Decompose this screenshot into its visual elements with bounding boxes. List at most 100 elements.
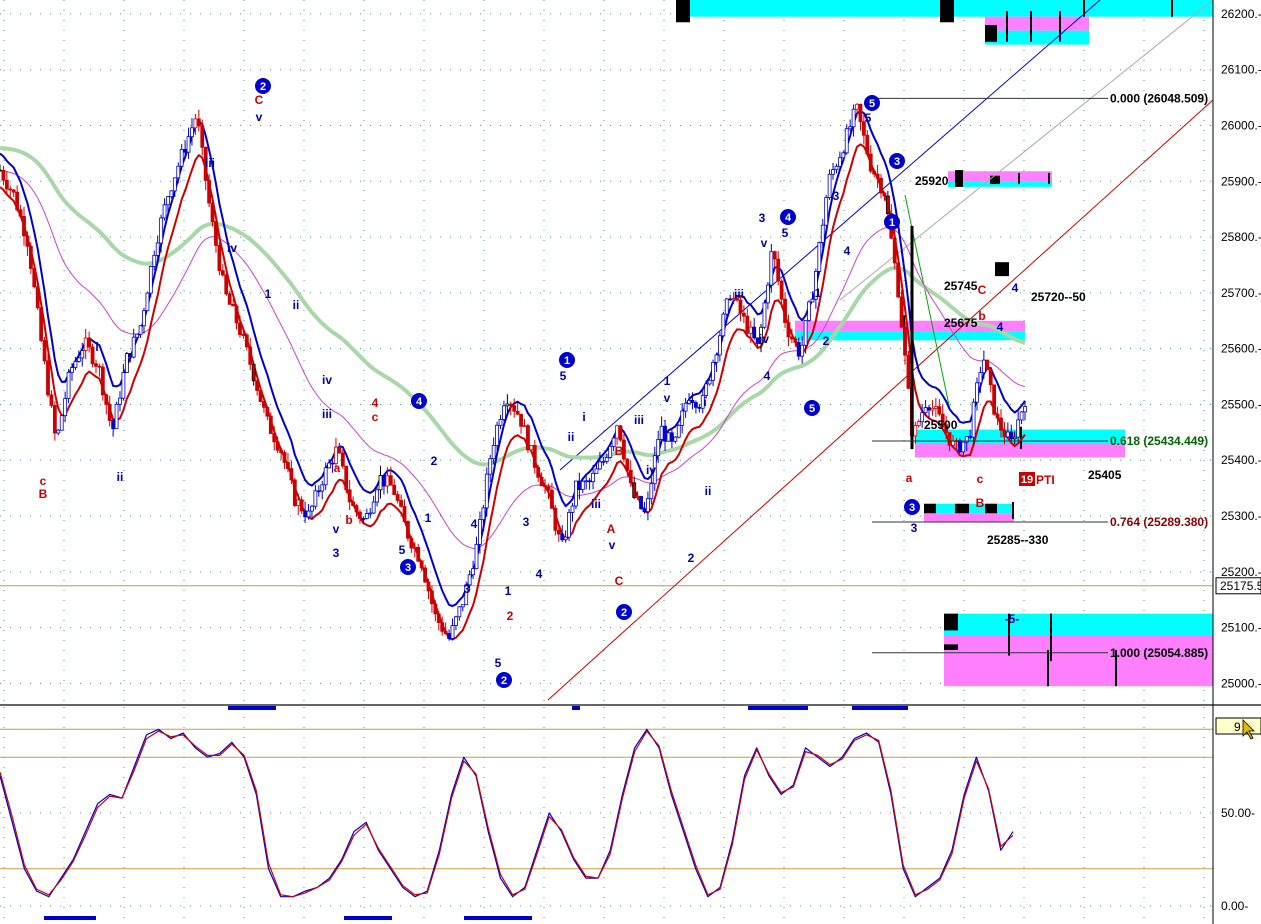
candle-body xyxy=(550,489,554,509)
candle-body xyxy=(416,546,421,562)
candle-body xyxy=(358,511,362,519)
wave-label: -5- xyxy=(1005,612,1020,626)
candle-body xyxy=(430,590,434,605)
candle-body xyxy=(375,489,379,503)
wave-label: iii xyxy=(205,156,215,170)
candle-body xyxy=(231,304,236,307)
candle-body xyxy=(995,413,1000,419)
candle-body xyxy=(107,403,112,421)
candle-body xyxy=(368,512,373,515)
candle-body xyxy=(694,402,698,408)
price-note: 25405 xyxy=(1088,468,1122,482)
candle-body xyxy=(858,103,863,123)
candle-body xyxy=(59,415,64,431)
candle-body xyxy=(440,622,445,632)
candle-body xyxy=(207,180,212,204)
candle-body xyxy=(765,284,770,304)
candle-body xyxy=(344,465,349,491)
wave-label: c xyxy=(372,410,379,424)
candle-body xyxy=(683,402,688,412)
candle-body xyxy=(80,350,85,359)
osc-tick-label: 50.00- xyxy=(1221,806,1255,820)
candle-body xyxy=(865,134,870,155)
wave-label: ii xyxy=(705,484,712,498)
candle-body xyxy=(769,251,774,286)
candle-body xyxy=(145,292,150,312)
candle-body xyxy=(296,499,301,506)
candle-body xyxy=(783,298,787,323)
candle-body xyxy=(981,359,986,374)
candle-body xyxy=(947,432,952,446)
candle-body xyxy=(649,483,654,500)
candle-body xyxy=(971,401,976,438)
candle-body xyxy=(94,363,98,367)
pti-text: PTI xyxy=(1036,473,1055,487)
candle-body xyxy=(604,456,609,462)
candle-body xyxy=(875,173,880,179)
wave-circle-label: 1 xyxy=(889,217,895,229)
candle-body xyxy=(90,346,95,365)
wave-label: 1 xyxy=(664,374,671,388)
wave-label: C xyxy=(615,574,624,588)
candle-body xyxy=(1019,411,1024,421)
zone-marker xyxy=(955,503,969,514)
candle-body xyxy=(618,425,623,441)
candle-body xyxy=(666,432,671,442)
wave-label: 4 xyxy=(764,369,771,383)
candle-body xyxy=(670,432,674,442)
candle-body xyxy=(83,337,88,351)
wave-label: B xyxy=(976,496,985,510)
candle-body xyxy=(721,313,726,337)
candle-body xyxy=(851,108,856,128)
candle-body xyxy=(951,440,955,446)
candle-body xyxy=(975,382,979,403)
candle-body xyxy=(272,433,277,443)
candle-body xyxy=(234,305,239,324)
osc-marker-bar xyxy=(464,916,532,920)
candle-body xyxy=(169,190,174,198)
candle-body xyxy=(714,354,719,363)
wave-label: 2 xyxy=(507,609,514,623)
candle-body xyxy=(717,335,722,356)
candle-body xyxy=(124,353,129,373)
candle-body xyxy=(258,390,263,402)
candle-body xyxy=(868,153,873,172)
candle-body xyxy=(543,485,547,488)
candle-body xyxy=(306,510,311,518)
candle-body xyxy=(560,533,565,541)
wave-label: iii xyxy=(734,287,744,301)
candle-body xyxy=(481,507,486,520)
candle-body xyxy=(193,118,198,129)
candle-body xyxy=(227,293,232,305)
wave-label: C xyxy=(978,283,987,297)
wave-label: v xyxy=(333,522,340,536)
axis-tick-label: 25700.- xyxy=(1221,286,1261,300)
candle-body xyxy=(522,425,527,428)
candle-body xyxy=(906,354,911,389)
candle-body xyxy=(841,152,846,159)
candle-body xyxy=(728,298,733,301)
candle-body xyxy=(433,603,438,615)
wave-label: 4 xyxy=(1012,281,1019,295)
candle-body xyxy=(0,169,2,172)
candle-body xyxy=(615,425,619,439)
candle-body xyxy=(265,406,270,417)
candle-body xyxy=(224,274,229,295)
wave-label: 5 xyxy=(782,226,789,240)
candle-body xyxy=(385,475,390,487)
candle-body xyxy=(299,499,304,512)
candle-body xyxy=(292,479,297,506)
wave-label: 1 xyxy=(265,287,272,301)
candle-body xyxy=(97,365,102,368)
price-note: 25500 xyxy=(924,418,958,432)
candle-body xyxy=(776,258,781,282)
candle-body xyxy=(827,173,832,198)
zone-0764-magenta xyxy=(924,513,1014,522)
wave-circle-label: 2 xyxy=(501,675,507,687)
candle-body xyxy=(642,508,647,513)
candle-body xyxy=(584,480,589,483)
candle-body xyxy=(426,581,431,592)
candle-body xyxy=(724,298,729,315)
candle-body xyxy=(303,510,308,518)
axis-tick-label: 25100.- xyxy=(1221,621,1261,635)
